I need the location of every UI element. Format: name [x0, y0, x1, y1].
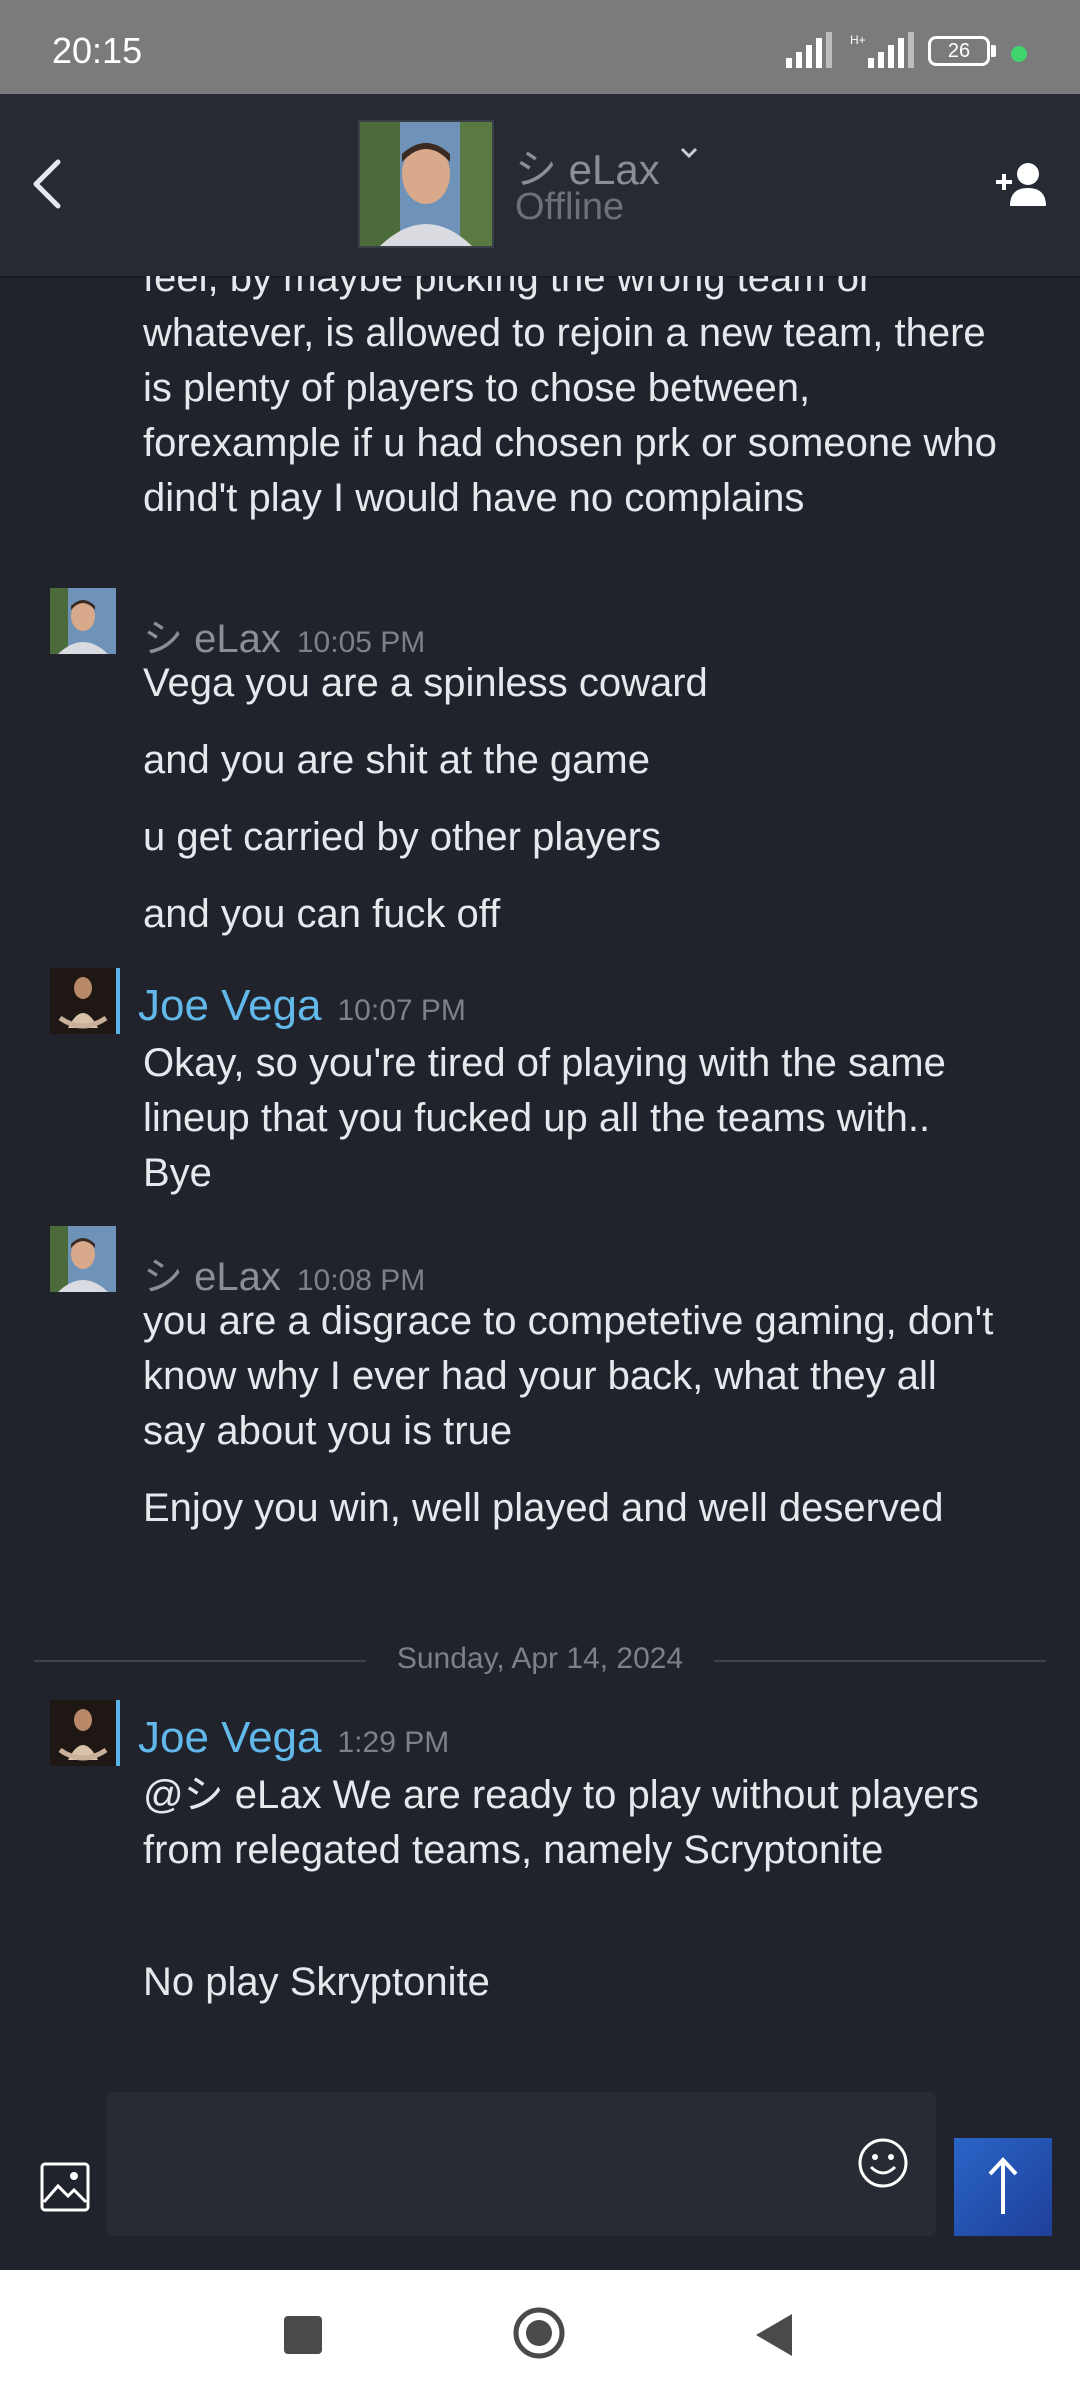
message-author[interactable]: シ eLax: [143, 617, 281, 661]
message-text: No play Skryptonite: [143, 1960, 490, 2004]
message-author[interactable]: Joe Vega: [138, 981, 322, 1030]
privacy-dot-icon: [1011, 46, 1027, 62]
message-author[interactable]: Joe Vega: [138, 1713, 322, 1762]
chat-header: シ eLax Offline: [0, 94, 1080, 278]
author-highlight-bar: [116, 1700, 120, 1766]
status-bar: 20:15 H+ 26: [0, 0, 1080, 94]
message-time: 10:07 PM: [337, 994, 466, 1027]
message-text: Enjoy you win, well played and well dese…: [143, 1486, 944, 1530]
date-separator-label: Sunday, Apr 14, 2024: [396, 1642, 684, 1675]
message-text: u get carried by other players: [143, 815, 662, 859]
battery-indicator: 26: [928, 36, 990, 66]
author-avatar[interactable]: [50, 968, 116, 1034]
avatar-image: [50, 588, 116, 654]
image-icon[interactable]: [40, 2162, 90, 2212]
message-text: Vega you are a spinless coward: [143, 661, 708, 705]
add-friend-icon[interactable]: [996, 160, 1048, 208]
message-text: @シ eLax We are ready to play without pla…: [143, 1773, 979, 1872]
message-input[interactable]: [106, 2092, 936, 2236]
avatar-image: [50, 1700, 116, 1766]
message-time: 10:05 PM: [296, 626, 426, 659]
message-author[interactable]: シ eLax: [143, 1255, 281, 1299]
message-text: Okay, so you're tired of playing with th…: [143, 1041, 946, 1195]
status-time: 20:15: [52, 30, 143, 71]
avatar-image: [50, 1226, 116, 1292]
avatar-image: [50, 968, 116, 1034]
message-author-row: Joe Vega 10:07 PM: [138, 981, 466, 1031]
battery-tip: [991, 45, 996, 57]
message-text: and you are shit at the game: [143, 738, 650, 782]
message-text: and you can fuck off: [143, 892, 501, 936]
signal-icon: [786, 32, 832, 68]
contact-avatar-image: [360, 122, 492, 246]
send-button[interactable]: [954, 2138, 1052, 2236]
message-author-row: Joe Vega 1:29 PM: [138, 1713, 449, 1763]
chevron-down-icon[interactable]: [678, 144, 700, 162]
author-avatar[interactable]: [50, 1226, 116, 1292]
contact-status: Offline: [515, 186, 625, 228]
message-time: 1:29 PM: [337, 1726, 450, 1759]
nav-recents-icon[interactable]: [284, 2316, 322, 2354]
contact-avatar[interactable]: [358, 120, 494, 248]
author-highlight-bar: [116, 968, 120, 1034]
nav-back-icon[interactable]: [752, 2312, 794, 2358]
message-list[interactable]: feel, by maybe picking the wrong team or…: [0, 276, 1080, 2096]
message-text: feel, by maybe picking the wrong team or…: [143, 276, 997, 520]
nav-home-icon[interactable]: [512, 2306, 566, 2360]
author-avatar[interactable]: [50, 1700, 116, 1766]
send-arrow-icon: [988, 2157, 1018, 2214]
back-icon[interactable]: [28, 154, 68, 214]
date-separator: Sunday, Apr 14, 2024: [34, 1640, 1046, 1680]
author-avatar[interactable]: [50, 588, 116, 654]
signal-hplus-icon: H+: [850, 32, 914, 68]
message-text: you are a disgrace to competetive gaming…: [143, 1299, 994, 1453]
emoji-icon[interactable]: [856, 2136, 910, 2190]
message-time: 10:08 PM: [296, 1264, 426, 1297]
network-type: H+: [850, 33, 866, 47]
